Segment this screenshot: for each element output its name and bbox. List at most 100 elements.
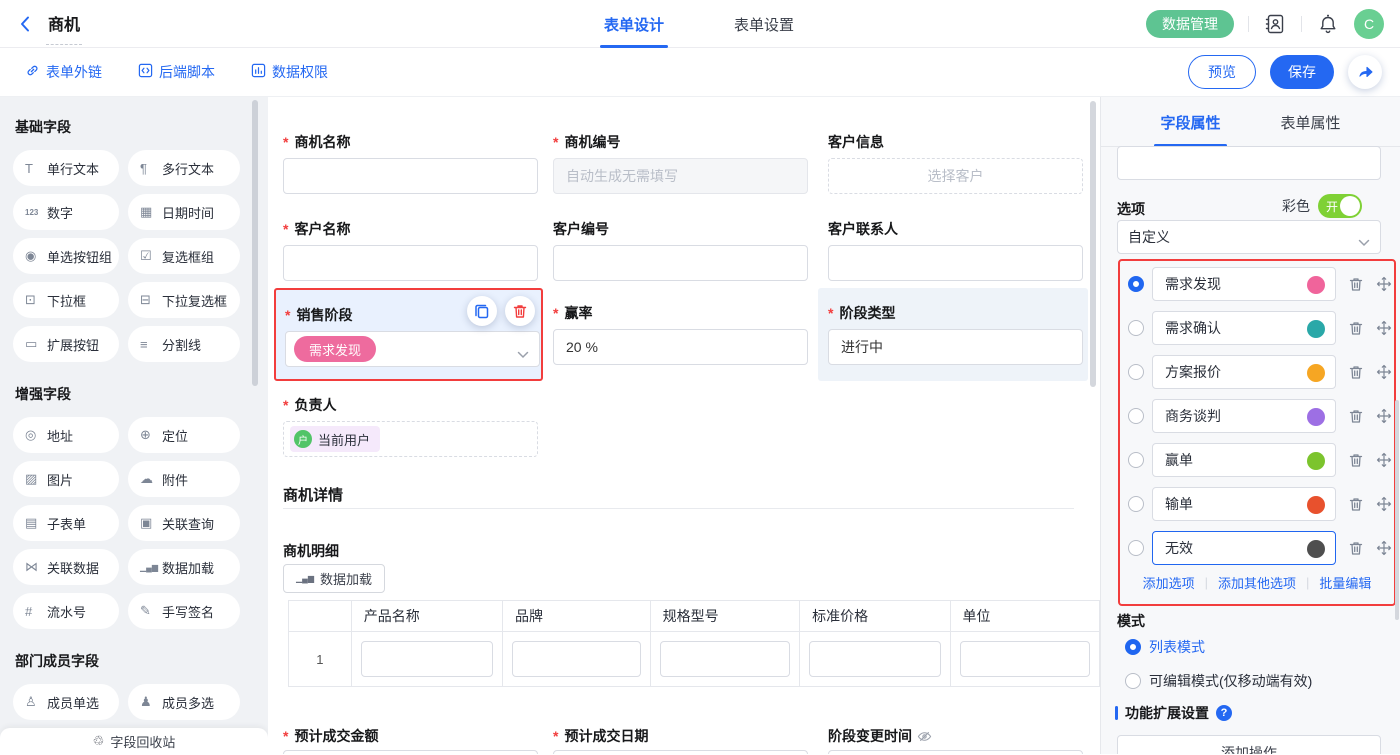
field-pill-流水号[interactable]: #流水号 <box>13 593 119 629</box>
field-pill-日期时间[interactable]: ▦日期时间 <box>128 194 240 230</box>
color-toggle[interactable]: 开 <box>1318 194 1362 218</box>
field-pill-图片[interactable]: ▨图片 <box>13 461 119 497</box>
delete-option-icon[interactable] <box>1348 364 1364 380</box>
delete-field-button[interactable] <box>505 296 535 326</box>
copy-field-button[interactable] <box>467 296 497 326</box>
option-radio[interactable] <box>1128 320 1144 336</box>
field-pill-扩展按钮[interactable]: ▭扩展按钮 <box>13 326 119 362</box>
option-radio[interactable] <box>1128 452 1144 468</box>
subtable-cell-input[interactable] <box>960 641 1090 677</box>
option-source-select[interactable]: 自定义 <box>1117 220 1381 254</box>
move-option-icon[interactable] <box>1376 276 1392 292</box>
option-link-2[interactable]: 批量编辑 <box>1319 573 1371 592</box>
win-rate-input[interactable] <box>553 329 808 365</box>
preview-button[interactable]: 预览 <box>1188 55 1256 89</box>
field-opp-no[interactable]: *商机编号 <box>553 133 808 194</box>
field-pill-复选框组[interactable]: ☑复选框组 <box>128 238 240 274</box>
field-pill-数字[interactable]: 123数字 <box>13 194 119 230</box>
option-color-dot[interactable] <box>1307 408 1325 426</box>
customer-name-input[interactable] <box>283 245 538 281</box>
opp-no-input[interactable] <box>553 158 808 194</box>
field-customer-contact[interactable]: 客户联系人 <box>828 220 1083 281</box>
back-button[interactable] <box>20 15 38 33</box>
expected-amount-input[interactable] <box>283 750 538 754</box>
field-pill-子表单[interactable]: ▤子表单 <box>13 505 119 541</box>
delete-option-icon[interactable] <box>1348 496 1364 512</box>
tab-form-design[interactable]: 表单设计 <box>604 0 664 48</box>
add-action-button[interactable]: 添加操作 <box>1117 735 1381 754</box>
field-recycle-bin[interactable]: ♲ 字段回收站 <box>0 728 268 754</box>
field-pill-附件[interactable]: ☁附件 <box>128 461 240 497</box>
form-canvas[interactable]: *商机名称 *商机编号 客户信息 选择客户 *客户名称 客户编号 客户联系人 <box>268 97 1100 754</box>
delete-option-icon[interactable] <box>1348 276 1364 292</box>
mode-radio[interactable] <box>1125 673 1141 689</box>
move-option-icon[interactable] <box>1376 408 1392 424</box>
option-label-input[interactable]: 输单 <box>1152 487 1336 521</box>
field-stage-type[interactable]: *阶段类型 <box>828 304 1083 365</box>
stage-type-input[interactable] <box>828 329 1083 365</box>
panel-scrollbar[interactable] <box>1395 400 1399 620</box>
move-option-icon[interactable] <box>1376 452 1392 468</box>
option-radio[interactable] <box>1128 540 1144 556</box>
contact-book-icon[interactable] <box>1263 12 1287 36</box>
option-label-input[interactable]: 无效 <box>1152 531 1336 565</box>
option-radio[interactable] <box>1128 276 1144 292</box>
delete-option-icon[interactable] <box>1348 320 1364 336</box>
field-pill-关联数据[interactable]: ⋈关联数据 <box>13 549 119 585</box>
field-sales-stage[interactable]: *销售阶段 需求发现 <box>285 306 540 367</box>
option-label-input[interactable]: 方案报价 <box>1152 355 1336 389</box>
stage-change-time-input[interactable] <box>828 750 1083 754</box>
option-radio[interactable] <box>1128 496 1144 512</box>
customer-no-input[interactable] <box>553 245 808 281</box>
field-pill-成员多选[interactable]: ♟成员多选 <box>128 684 240 720</box>
option-color-dot[interactable] <box>1307 540 1325 558</box>
field-opp-name[interactable]: *商机名称 <box>283 133 538 194</box>
delete-option-icon[interactable] <box>1348 452 1364 468</box>
field-customer-info[interactable]: 客户信息 选择客户 <box>828 133 1083 194</box>
toolbar-link-2[interactable]: 数据权限 <box>251 62 328 82</box>
help-icon[interactable]: ? <box>1216 705 1232 721</box>
field-pill-手写签名[interactable]: ✎手写签名 <box>128 593 240 629</box>
expected-date-input[interactable] <box>553 750 808 754</box>
field-stage-type-block[interactable]: *阶段类型 <box>818 288 1088 381</box>
panel-tab-form-props[interactable]: 表单属性 <box>1281 97 1341 147</box>
subtable-cell-input[interactable] <box>809 641 940 677</box>
tab-form-settings[interactable]: 表单设置 <box>734 0 794 48</box>
field-pill-单选按钮组[interactable]: ◉单选按钮组 <box>13 238 119 274</box>
field-owner[interactable]: *负责人 户 当前用户 <box>283 396 538 457</box>
field-expected-date[interactable]: *预计成交日期 <box>553 727 808 754</box>
field-title-input[interactable] <box>1117 146 1381 180</box>
field-pill-单行文本[interactable]: T单行文本 <box>13 150 119 186</box>
field-pill-多行文本[interactable]: ¶多行文本 <box>128 150 240 186</box>
customer-contact-input[interactable] <box>828 245 1083 281</box>
subtable-cell-input[interactable] <box>512 641 641 677</box>
option-radio[interactable] <box>1128 408 1144 424</box>
field-pill-分割线[interactable]: ≡分割线 <box>128 326 240 362</box>
owner-selector[interactable]: 户 当前用户 <box>283 421 538 457</box>
select-customer-button[interactable]: 选择客户 <box>828 158 1083 194</box>
sidebar-scrollbar[interactable] <box>252 100 258 386</box>
toolbar-link-0[interactable]: 表单外链 <box>25 62 102 82</box>
option-color-dot[interactable] <box>1307 276 1325 294</box>
field-pill-下拉框[interactable]: ⊡下拉框 <box>13 282 119 318</box>
toolbar-link-1[interactable]: 后端脚本 <box>138 62 215 82</box>
field-pill-定位[interactable]: ⊕定位 <box>128 417 240 453</box>
canvas-scrollbar[interactable] <box>1090 101 1096 387</box>
mode-option[interactable]: 可编辑模式(仅移动端有效) <box>1117 671 1312 691</box>
field-stage-change-time[interactable]: 阶段变更时间 <box>828 727 1083 754</box>
field-pill-关联查询[interactable]: ▣关联查询 <box>128 505 240 541</box>
option-label-input[interactable]: 商务谈判 <box>1152 399 1336 433</box>
opp-name-input[interactable] <box>283 158 538 194</box>
sales-stage-select[interactable]: 需求发现 <box>285 331 540 367</box>
move-option-icon[interactable] <box>1376 320 1392 336</box>
option-label-input[interactable]: 需求确认 <box>1152 311 1336 345</box>
move-option-icon[interactable] <box>1376 364 1392 380</box>
option-radio[interactable] <box>1128 364 1144 380</box>
option-label-input[interactable]: 需求发现 <box>1152 267 1336 301</box>
field-sales-stage-selected[interactable]: *销售阶段 需求发现 <box>274 288 543 381</box>
share-button[interactable] <box>1348 55 1382 89</box>
field-pill-成员单选[interactable]: ♙成员单选 <box>13 684 119 720</box>
move-option-icon[interactable] <box>1376 540 1392 556</box>
option-link-0[interactable]: 添加选项 <box>1143 573 1195 592</box>
panel-tab-field-props[interactable]: 字段属性 <box>1160 97 1220 147</box>
